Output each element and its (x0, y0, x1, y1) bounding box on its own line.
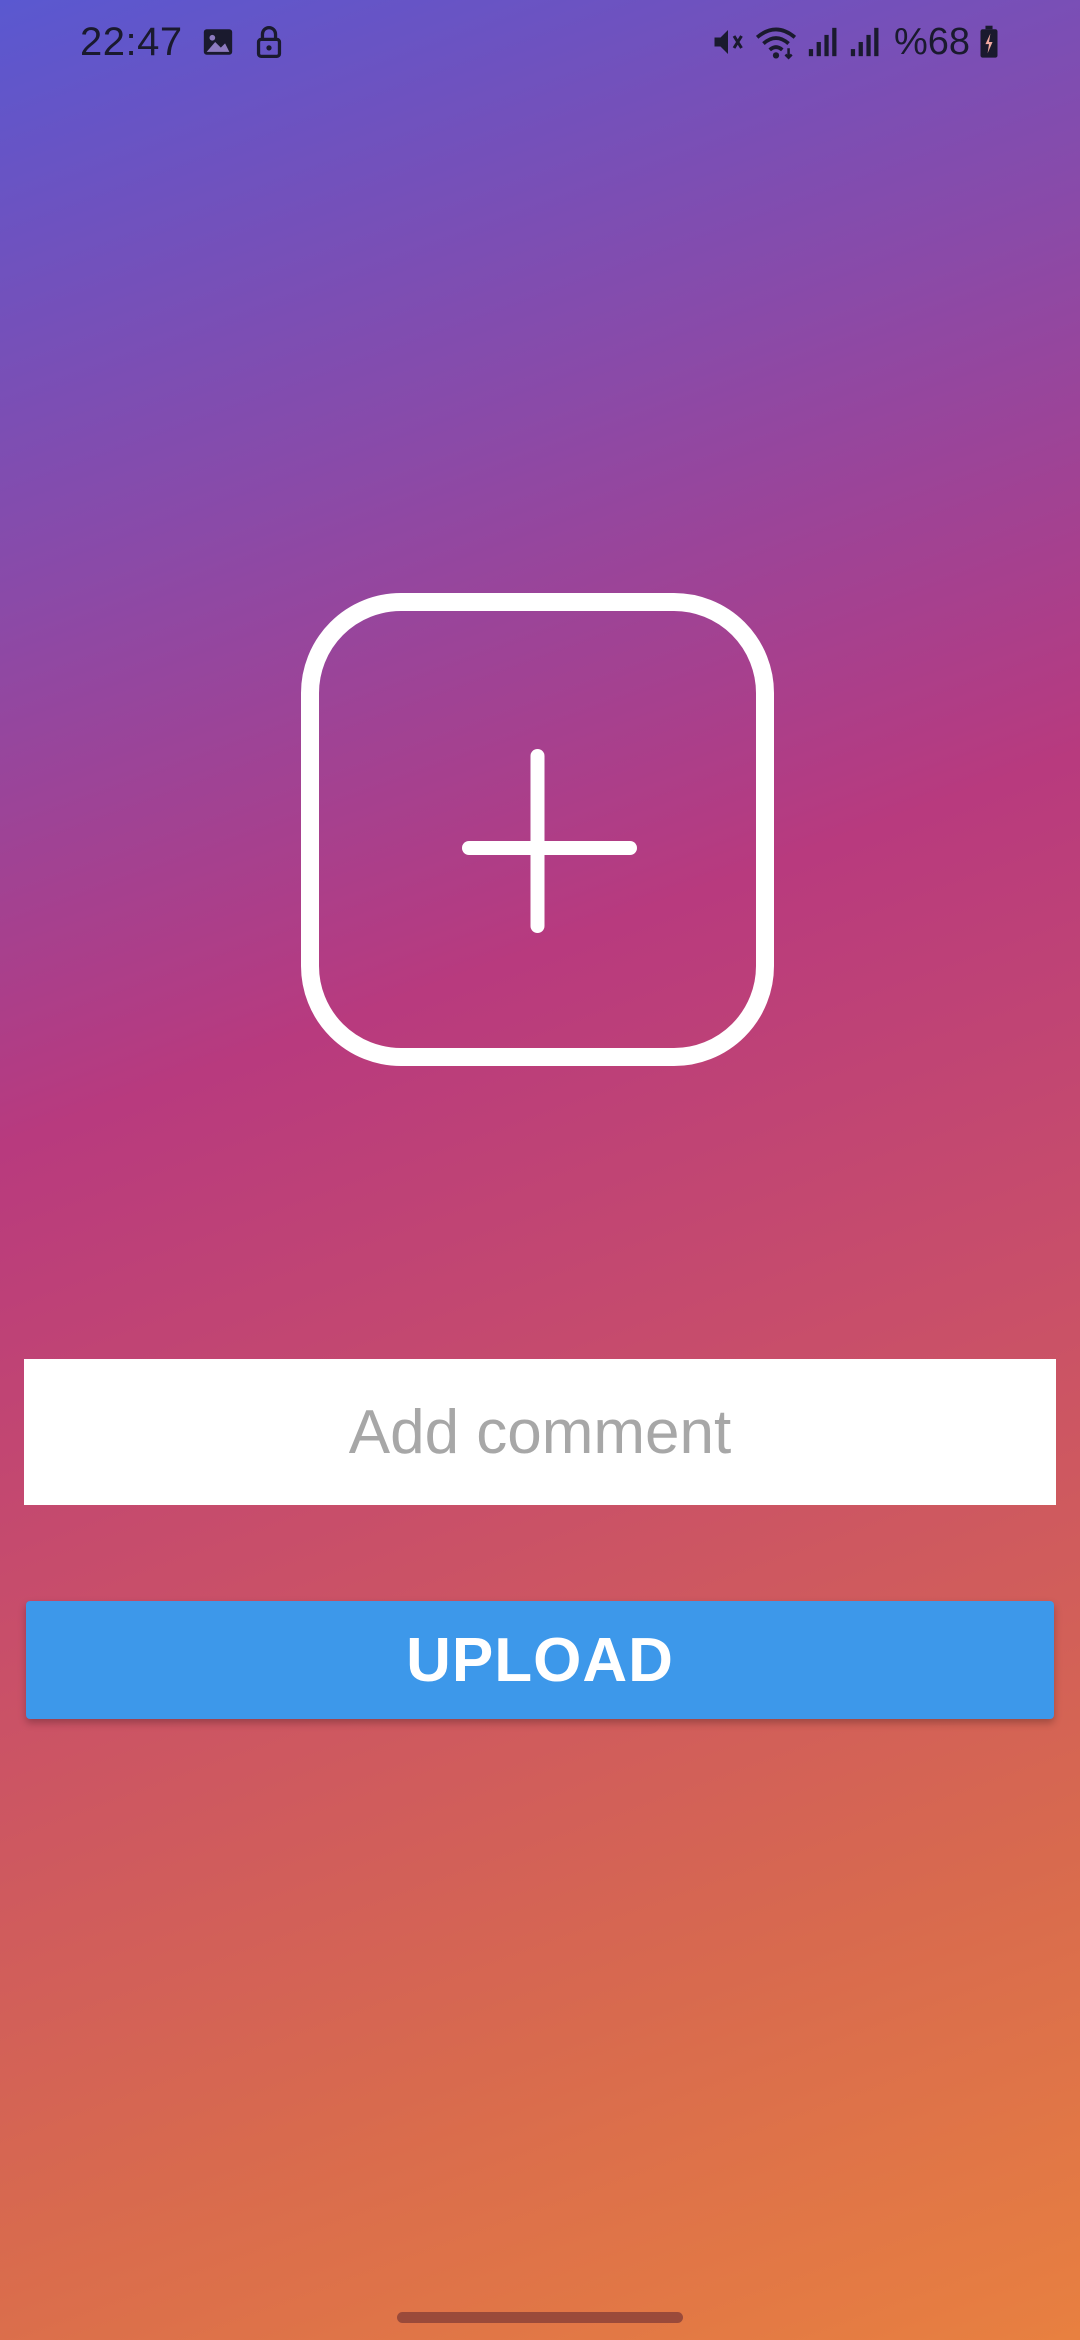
status-left: 22:47 (80, 14, 285, 70)
status-time: 22:47 (80, 19, 183, 64)
signal-icon (848, 25, 882, 59)
status-right: %68 (710, 14, 1000, 70)
status-bar: 22:47 %68 (0, 0, 1080, 84)
battery-icon (978, 25, 1000, 59)
mute-icon (710, 24, 746, 60)
upload-button[interactable]: UPLOAD (26, 1601, 1054, 1719)
wifi-icon (754, 24, 798, 60)
lock-icon (253, 25, 285, 59)
signal-icon (806, 25, 840, 59)
comment-input[interactable] (24, 1359, 1056, 1505)
plus-icon (462, 749, 637, 933)
image-icon (201, 25, 235, 59)
gesture-navigation-bar[interactable] (397, 2312, 683, 2323)
add-photo-button[interactable] (301, 593, 774, 1066)
upload-button-label: UPLOAD (406, 1625, 674, 1695)
battery-percentage: %68 (893, 20, 970, 63)
